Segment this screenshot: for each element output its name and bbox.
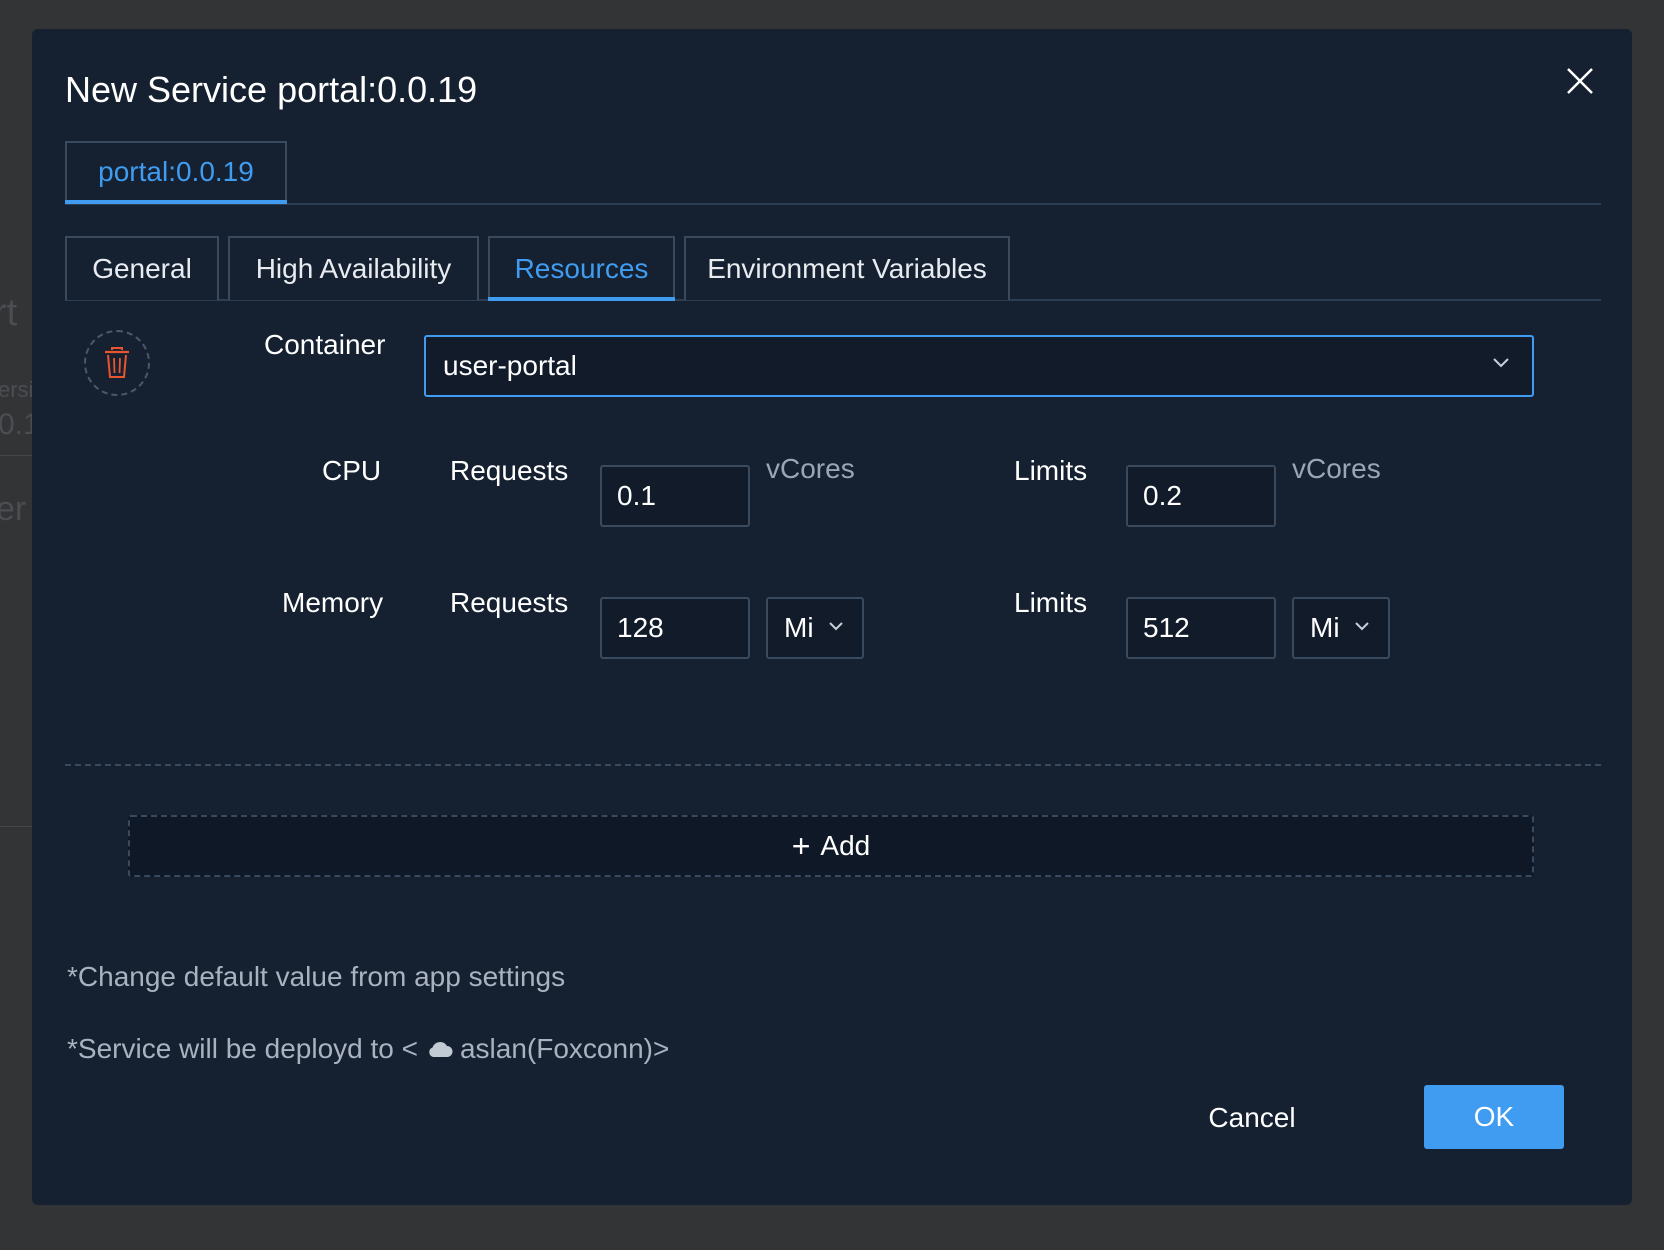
tab-general[interactable]: General [65,236,219,300]
tab-high-availability[interactable]: High Availability [228,236,479,300]
cpu-limits-input[interactable] [1126,465,1276,527]
tab-version-label: portal:0.0.19 [98,156,254,187]
section-divider [65,764,1601,766]
trash-icon [105,347,129,378]
cpu-requests-label: Requests [450,455,569,486]
tab-resources-label: Resources [514,253,649,284]
tab-version[interactable]: portal:0.0.19 [65,141,287,201]
close-button[interactable] [1562,63,1598,99]
deploy-target-prefix: *Service will be deployd to < [67,1033,418,1064]
add-container-label: Add [820,830,871,861]
tab-high-availability-label: High Availability [255,253,452,284]
add-container-button[interactable]: + Add [128,815,1534,877]
memory-label: Memory [282,587,384,618]
container-label: Container [264,329,386,360]
cpu-requests-input[interactable] [600,465,750,527]
default-value-hint: *Change default value from app settings [67,961,566,992]
plus-icon: + [791,827,811,864]
background-divider [0,455,32,456]
cloud-icon [429,1042,453,1057]
dialog-title: New Service portal:0.0.19 [65,69,478,110]
background-divider [0,826,32,827]
chevron-down-icon [1355,622,1369,631]
memory-requests-unit-value: Mi [784,612,814,643]
tab-general-label: General [92,253,192,284]
background-ghost-text: er [0,490,27,528]
cpu-limits-unit: vCores [1292,453,1381,484]
chevron-down-icon [1493,358,1509,368]
background-ghost-text: rt [0,292,18,334]
background-ghost-text: ersi [0,377,34,402]
memory-limits-input[interactable] [1126,597,1276,659]
deploy-target-cluster: aslan(Foxconn)> [459,1033,670,1064]
container-select[interactable]: user-portal [424,335,1534,397]
memory-requests-input[interactable] [600,597,750,659]
container-select-value: user-portal [443,350,577,381]
tab-resources-underline [488,297,675,301]
cancel-button[interactable]: Cancel [1182,1087,1322,1149]
close-icon [1567,68,1593,94]
delete-container-button[interactable] [84,330,150,396]
memory-limits-label: Limits [1014,587,1088,618]
new-service-dialog: New Service portal:0.0.19 portal:0.0.19 … [32,29,1632,1205]
memory-requests-unit-select[interactable]: Mi [766,597,864,659]
memory-requests-label: Requests [450,587,569,618]
cpu-requests-unit: vCores [766,453,855,484]
memory-limits-unit-select[interactable]: Mi [1292,597,1390,659]
ok-button[interactable]: OK [1424,1085,1564,1149]
tab-resources[interactable]: Resources [488,236,675,300]
tab-environment-variables[interactable]: Environment Variables [684,236,1010,300]
memory-limits-unit-value: Mi [1310,612,1340,643]
chevron-down-icon [829,622,843,631]
tab-version-underline [65,200,287,204]
version-tabs-baseline [65,203,1601,205]
cpu-limits-label: Limits [1014,455,1088,486]
deploy-target-note: *Service will be deployd to < aslan(Foxc… [67,1033,669,1065]
tab-environment-variables-label: Environment Variables [707,253,987,284]
cpu-label: CPU [322,455,382,486]
